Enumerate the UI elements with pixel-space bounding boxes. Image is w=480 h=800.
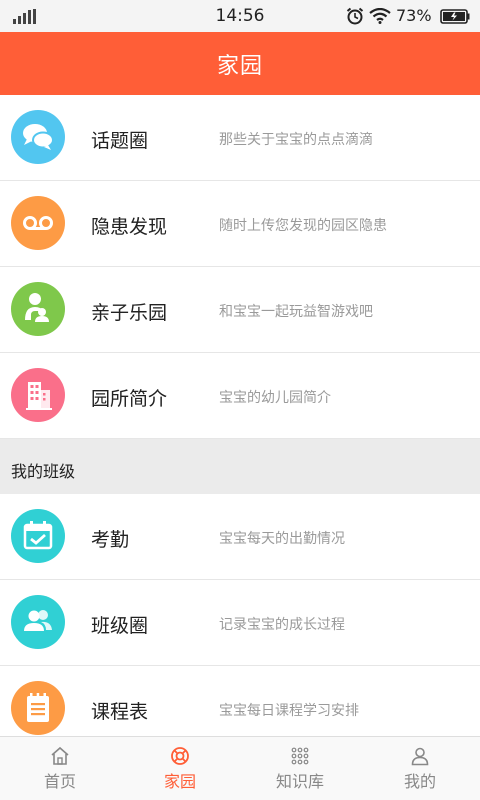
list-item-topics[interactable]: 话题圈 那些关于宝宝的点点滴滴 — [0, 95, 480, 181]
tab-garden[interactable]: 家园 — [120, 737, 240, 800]
status-bar: 14:56 73% — [0, 0, 480, 32]
tab-mine[interactable]: 我的 — [360, 737, 480, 800]
tab-label: 首页 — [43, 772, 76, 791]
item-description: 随时上传您发现的园区隐患 — [219, 218, 387, 234]
battery-percent: 73% — [396, 6, 432, 25]
tab-home[interactable]: 首页 — [0, 737, 120, 800]
tab-knowledge-base[interactable]: 知识库 — [240, 737, 360, 800]
item-label: 话题圈 — [91, 130, 149, 152]
chat-bubbles-icon — [11, 110, 65, 164]
voicemail-icon — [11, 196, 65, 250]
item-description: 宝宝每天的出勤情况 — [219, 531, 345, 547]
battery-icon — [440, 9, 470, 24]
item-label: 考勤 — [91, 529, 130, 551]
item-description: 宝宝的幼儿园简介 — [219, 390, 331, 406]
building-icon — [11, 368, 65, 422]
item-description: 那些关于宝宝的点点滴滴 — [219, 132, 373, 148]
parent-child-icon — [11, 282, 65, 336]
list-item-class-circle[interactable]: 班级圈 记录宝宝的成长过程 — [0, 580, 480, 666]
item-description: 宝宝每日课程学习安排 — [219, 703, 359, 719]
people-icon — [11, 595, 65, 649]
title-bar: 家园 — [0, 32, 480, 95]
wifi-icon — [369, 8, 391, 24]
home-icon — [51, 746, 69, 765]
page-title: 家园 — [216, 54, 263, 79]
item-description: 记录宝宝的成长过程 — [219, 617, 345, 633]
tab-label: 我的 — [403, 772, 436, 791]
item-label: 亲子乐园 — [91, 302, 168, 324]
calendar-check-icon — [11, 509, 65, 563]
alarm-icon — [346, 7, 364, 25]
section-title: 我的班级 — [11, 462, 76, 481]
list-item-school-intro[interactable]: 园所简介 宝宝的幼儿园简介 — [0, 353, 480, 439]
tab-label: 知识库 — [275, 772, 324, 791]
lifebuoy-icon — [171, 747, 189, 765]
section-header-my-class: 我的班级 — [0, 439, 480, 494]
tab-label: 家园 — [163, 772, 196, 791]
item-label: 园所简介 — [91, 388, 168, 410]
bottom-tab-bar: 首页 家园 知识库 我的 — [0, 736, 480, 800]
item-description: 和宝宝一起玩益智游戏吧 — [219, 304, 373, 320]
list-item-hazard-report[interactable]: 隐患发现 随时上传您发现的园区隐患 — [0, 181, 480, 267]
grid-dots-icon — [291, 747, 309, 765]
notepad-icon — [11, 681, 65, 735]
list-item-attendance[interactable]: 考勤 宝宝每天的出勤情况 — [0, 494, 480, 580]
list-item-parent-child-park[interactable]: 亲子乐园 和宝宝一起玩益智游戏吧 — [0, 267, 480, 353]
item-label: 课程表 — [91, 701, 149, 723]
main-list[interactable]: 话题圈 那些关于宝宝的点点滴滴 隐患发现 随时上传您发现的园区隐患 亲子乐园 和… — [0, 95, 480, 736]
person-icon — [411, 747, 429, 766]
list-item-timetable[interactable]: 课程表 宝宝每日课程学习安排 — [0, 666, 480, 736]
item-label: 隐患发现 — [91, 216, 168, 238]
item-label: 班级圈 — [91, 615, 149, 637]
